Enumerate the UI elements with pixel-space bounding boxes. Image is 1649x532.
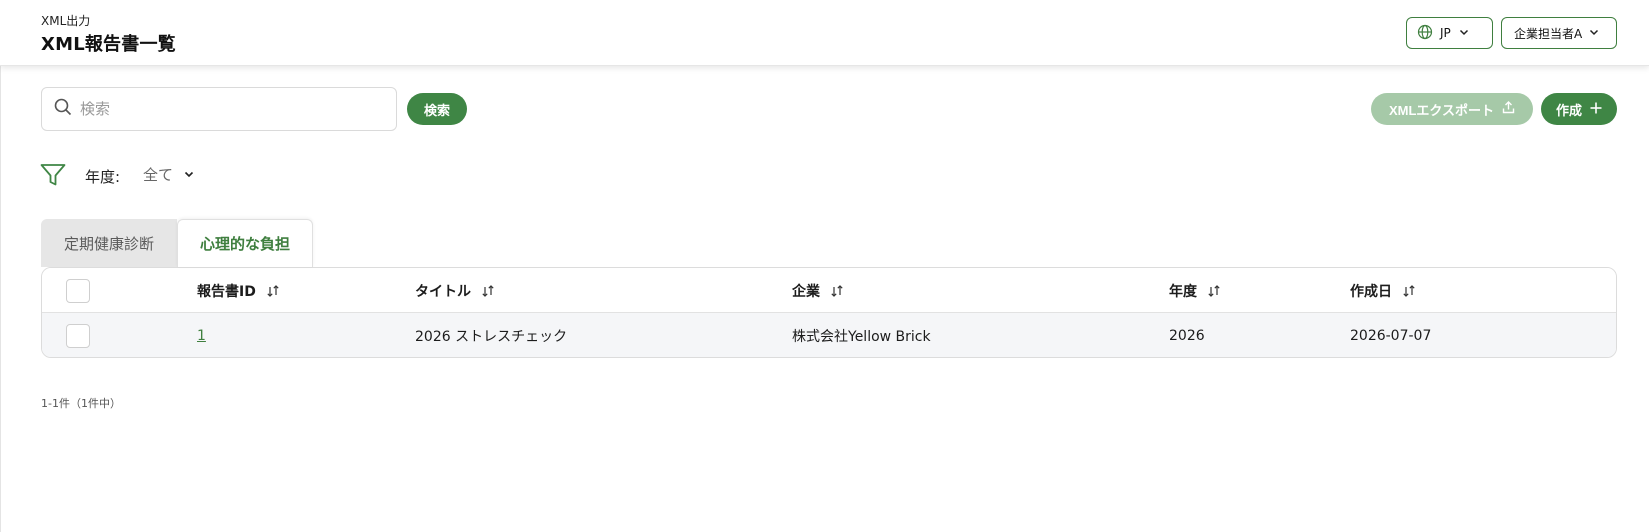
column-header-company[interactable]: 企業	[792, 268, 844, 313]
report-id-link[interactable]: 1	[197, 328, 206, 344]
sort-icon[interactable]	[1207, 284, 1221, 298]
tab-psychological-burden[interactable]: 心理的な負担	[177, 219, 313, 267]
column-header-created-date[interactable]: 作成日	[1350, 268, 1416, 313]
company-cell: 株式会社Yellow Brick	[792, 328, 931, 345]
filter-icon	[40, 163, 66, 191]
column-header-label: 作成日	[1350, 283, 1392, 300]
year-cell: 2026	[1169, 327, 1205, 344]
fiscal-year-filter-label: 年度:	[85, 168, 121, 186]
tab-periodic-health-checkup[interactable]: 定期健康診断	[41, 219, 177, 267]
user-label: 企業担当者A	[1514, 26, 1583, 41]
breadcrumb[interactable]: XML出力	[41, 12, 90, 29]
search-input[interactable]	[80, 100, 370, 118]
row-select-cell	[66, 313, 90, 357]
sort-icon[interactable]	[1402, 284, 1416, 298]
sort-icon[interactable]	[830, 284, 844, 298]
select-all-checkbox[interactable]	[66, 278, 90, 303]
xml-export-button[interactable]: XMLエクスポート	[1371, 93, 1533, 125]
language-selector[interactable]: JP	[1406, 17, 1493, 49]
table-header-row: 報告書ID タイトル 企業 年度 作成日	[42, 268, 1616, 313]
sort-icon[interactable]	[481, 284, 495, 298]
chevron-down-icon	[1458, 26, 1470, 41]
search-button[interactable]: 検索	[407, 93, 467, 125]
column-header-label: 年度	[1169, 283, 1197, 300]
create-button[interactable]: 作成	[1541, 93, 1617, 125]
chevron-down-icon	[183, 166, 195, 184]
left-border	[0, 66, 1, 532]
column-header-title[interactable]: タイトル	[415, 268, 495, 313]
select-all-cell	[66, 268, 90, 313]
column-header-year[interactable]: 年度	[1169, 268, 1221, 313]
column-header-label: タイトル	[415, 283, 471, 300]
fiscal-year-select[interactable]: 全て	[143, 164, 195, 185]
page-title: XML報告書一覧	[41, 34, 176, 55]
created-date-cell: 2026-07-07	[1350, 327, 1432, 344]
column-header-report-id[interactable]: 報告書ID	[197, 268, 280, 313]
reports-table: 報告書ID タイトル 企業 年度 作成日 1 2026 ストレスチェック 株式会…	[41, 267, 1617, 358]
chevron-down-icon	[1588, 26, 1600, 41]
search-icon	[54, 98, 72, 120]
language-label: JP	[1440, 26, 1451, 40]
title-cell: 2026 ストレスチェック	[415, 328, 568, 345]
xml-export-label: XMLエクスポート	[1388, 102, 1495, 118]
column-header-label: 報告書ID	[197, 283, 256, 300]
upload-icon	[1502, 101, 1515, 117]
app-header: XML出力 XML報告書一覧 JP 企業担当者A	[0, 0, 1649, 66]
column-header-label: 企業	[792, 283, 820, 300]
globe-icon	[1417, 24, 1433, 43]
report-id-cell: 1	[197, 313, 206, 357]
table-row[interactable]: 1 2026 ストレスチェック 株式会社Yellow Brick 2026 20…	[42, 313, 1616, 357]
user-menu[interactable]: 企業担当者A	[1501, 17, 1617, 49]
search-box	[41, 87, 397, 131]
create-label: 作成	[1555, 102, 1582, 118]
plus-icon	[1590, 102, 1602, 117]
pagination-summary: 1-1件（1件中）	[41, 397, 121, 410]
sort-icon[interactable]	[266, 284, 280, 298]
row-checkbox[interactable]	[66, 323, 90, 348]
fiscal-year-value: 全て	[143, 166, 174, 184]
